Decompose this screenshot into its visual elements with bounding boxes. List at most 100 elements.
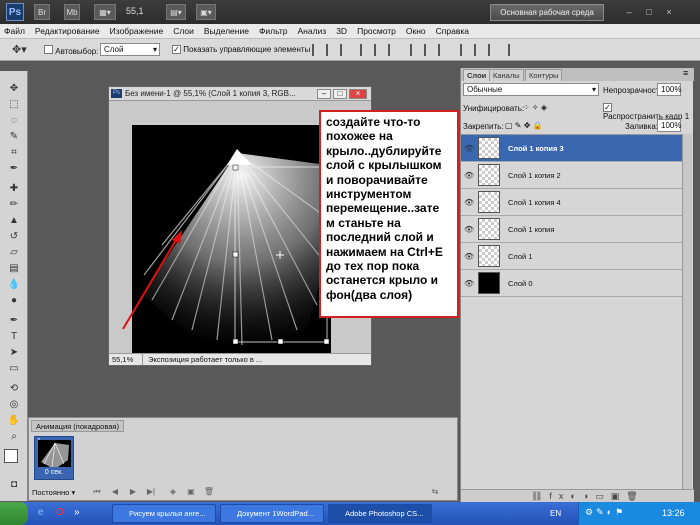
move-tool-preset-icon[interactable]: ✥▾	[12, 43, 27, 56]
align-right-icon[interactable]	[388, 44, 398, 56]
menu-analysis[interactable]: Анализ	[298, 26, 327, 36]
eye-icon[interactable]: 👁	[464, 279, 474, 288]
autoselect-checkbox[interactable]	[44, 45, 53, 54]
menu-file[interactable]: Файл	[4, 26, 25, 36]
eraser-tool-icon[interactable]: ▱	[6, 245, 22, 259]
quick-select-tool-icon[interactable]: ✎	[6, 129, 22, 143]
menu-window[interactable]: Окно	[406, 26, 426, 36]
opacity-input[interactable]: 100%	[657, 83, 681, 96]
layer-row[interactable]: 👁 Слой 0	[461, 270, 682, 297]
foreground-color-swatch[interactable]	[4, 449, 18, 463]
layer-row[interactable]: 👁 Слой 1 копия 3	[461, 135, 682, 162]
duplicate-frame-icon[interactable]: ▣	[185, 487, 197, 498]
menu-select[interactable]: Выделение	[204, 26, 249, 36]
menu-edit[interactable]: Редактирование	[35, 26, 100, 36]
tween-icon[interactable]: ◈	[167, 487, 179, 498]
auto-align-icon[interactable]	[508, 44, 518, 56]
delete-frame-icon[interactable]: 🗑	[203, 487, 215, 498]
fill-input[interactable]: 100%	[657, 119, 681, 132]
task-browser[interactable]: Рисуем крылья анге...	[112, 504, 216, 523]
layer-row[interactable]: 👁 Слой 1 копия 2	[461, 162, 682, 189]
align-top-icon[interactable]	[312, 44, 322, 56]
menu-filter[interactable]: Фильтр	[259, 26, 288, 36]
menu-view[interactable]: Просмотр	[357, 26, 396, 36]
menu-layer[interactable]: Слои	[173, 26, 194, 36]
history-brush-tool-icon[interactable]: ↺	[6, 229, 22, 243]
doc-minimize-button[interactable]: –	[317, 89, 331, 99]
doc-restore-button[interactable]: □	[333, 89, 347, 99]
tab-channels[interactable]: Каналы	[489, 69, 524, 81]
lasso-tool-icon[interactable]: ◌	[6, 113, 22, 127]
distribute-vcenter-icon[interactable]	[424, 44, 434, 56]
screen-mode-icon[interactable]: ▣▾	[196, 4, 216, 20]
zoom-tool-icon[interactable]: ⌕	[6, 429, 22, 443]
bridge-icon[interactable]: Br	[34, 4, 50, 20]
unify-icons[interactable]: ⁘ ✧ ◈	[523, 103, 547, 112]
hand-tool-icon[interactable]: ✋	[6, 413, 22, 427]
eye-icon[interactable]: 👁	[464, 171, 474, 180]
3d-orbit-tool-icon[interactable]: ◎	[6, 397, 22, 411]
clone-stamp-tool-icon[interactable]: ▲	[6, 213, 22, 227]
frame-delay[interactable]: 0 сек.	[35, 469, 73, 476]
view-extras-icon[interactable]: ▦▾	[94, 4, 116, 20]
gradient-tool-icon[interactable]: ▤	[6, 261, 22, 275]
layer-row[interactable]: 👁 Слой 1 копия 4	[461, 189, 682, 216]
menu-help[interactable]: Справка	[436, 26, 469, 36]
dodge-tool-icon[interactable]: ●	[6, 293, 22, 307]
move-tool-icon[interactable]: ✥	[6, 81, 22, 95]
eye-icon[interactable]: 👁	[464, 225, 474, 234]
status-info[interactable]: Экспозиция работает только в ...	[145, 355, 262, 364]
menu-3d[interactable]: 3D	[336, 26, 347, 36]
distribute-hcenter-icon[interactable]	[474, 44, 484, 56]
menu-image[interactable]: Изображение	[110, 26, 164, 36]
start-button[interactable]	[0, 502, 28, 525]
3d-rotate-tool-icon[interactable]: ⟲	[6, 381, 22, 395]
layer-row[interactable]: 👁 Слой 1	[461, 243, 682, 270]
task-wordpad[interactable]: Документ 1WordPad...	[220, 504, 324, 523]
autoselect-target-select[interactable]: Слой ▾	[100, 43, 160, 56]
align-bottom-icon[interactable]	[340, 44, 350, 56]
distribute-left-icon[interactable]	[460, 44, 470, 56]
status-zoom[interactable]: 55,1%	[109, 354, 143, 365]
layer-row[interactable]: 👁 Слой 1 копия	[461, 216, 682, 243]
tab-layers[interactable]: Слои	[463, 69, 491, 81]
maximize-button[interactable]: □	[642, 5, 656, 18]
align-hcenter-icon[interactable]	[374, 44, 384, 56]
panel-menu-icon[interactable]: ≡	[683, 68, 688, 78]
animation-tab[interactable]: Анимация (покадровая)	[31, 420, 124, 432]
eye-icon[interactable]: 👁	[464, 144, 474, 153]
align-vcenter-icon[interactable]	[326, 44, 336, 56]
healing-brush-tool-icon[interactable]: ✚	[6, 181, 22, 195]
blend-mode-select[interactable]: Обычные ▾	[463, 83, 599, 96]
quicklaunch-icon[interactable]: »	[74, 507, 80, 518]
close-button[interactable]: ×	[662, 5, 676, 18]
tab-paths[interactable]: Контуры	[525, 69, 563, 81]
type-tool-icon[interactable]: T	[6, 329, 22, 343]
distribute-right-icon[interactable]	[488, 44, 498, 56]
doc-close-button[interactable]: ×	[349, 89, 367, 99]
brush-tool-icon[interactable]: ✏	[6, 197, 22, 211]
play-icon[interactable]: ▶	[127, 487, 139, 498]
workspace-button[interactable]: Основная рабочая среда	[490, 4, 604, 21]
marquee-tool-icon[interactable]: ⬚	[6, 97, 22, 111]
next-frame-icon[interactable]: ▶|	[145, 487, 157, 498]
opera-icon[interactable]: O	[56, 507, 64, 518]
eye-icon[interactable]: 👁	[464, 198, 474, 207]
show-controls-checkbox[interactable]: ✓	[172, 45, 181, 54]
layer-action-icons[interactable]: ⛓fx◐◑▭▣🗑	[531, 491, 645, 502]
arrange-documents-icon[interactable]: ▤▾	[166, 4, 186, 20]
task-photoshop[interactable]: Adobe Photoshop CS...	[328, 504, 432, 523]
quick-mask-icon[interactable]: ◘	[6, 477, 22, 491]
layers-scrollbar[interactable]	[682, 134, 692, 489]
zoom-level[interactable]: 55,1	[126, 6, 144, 16]
language-indicator[interactable]: EN	[550, 509, 561, 518]
document-title[interactable]: Ps Без имени-1 @ 55,1% (Слой 1 копия 3, …	[109, 87, 371, 101]
path-select-tool-icon[interactable]: ➤	[6, 345, 22, 359]
loop-select[interactable]: Постоянно ▾	[32, 488, 75, 497]
first-frame-icon[interactable]: ⏮	[91, 487, 103, 498]
animation-frame[interactable]: 1 0 сек.	[34, 436, 74, 480]
shape-tool-icon[interactable]: ▭	[6, 361, 22, 375]
crop-tool-icon[interactable]: ⌗	[6, 145, 22, 159]
timeline-mode-icon[interactable]: ⇆	[429, 487, 441, 498]
blur-tool-icon[interactable]: 💧	[6, 277, 22, 291]
